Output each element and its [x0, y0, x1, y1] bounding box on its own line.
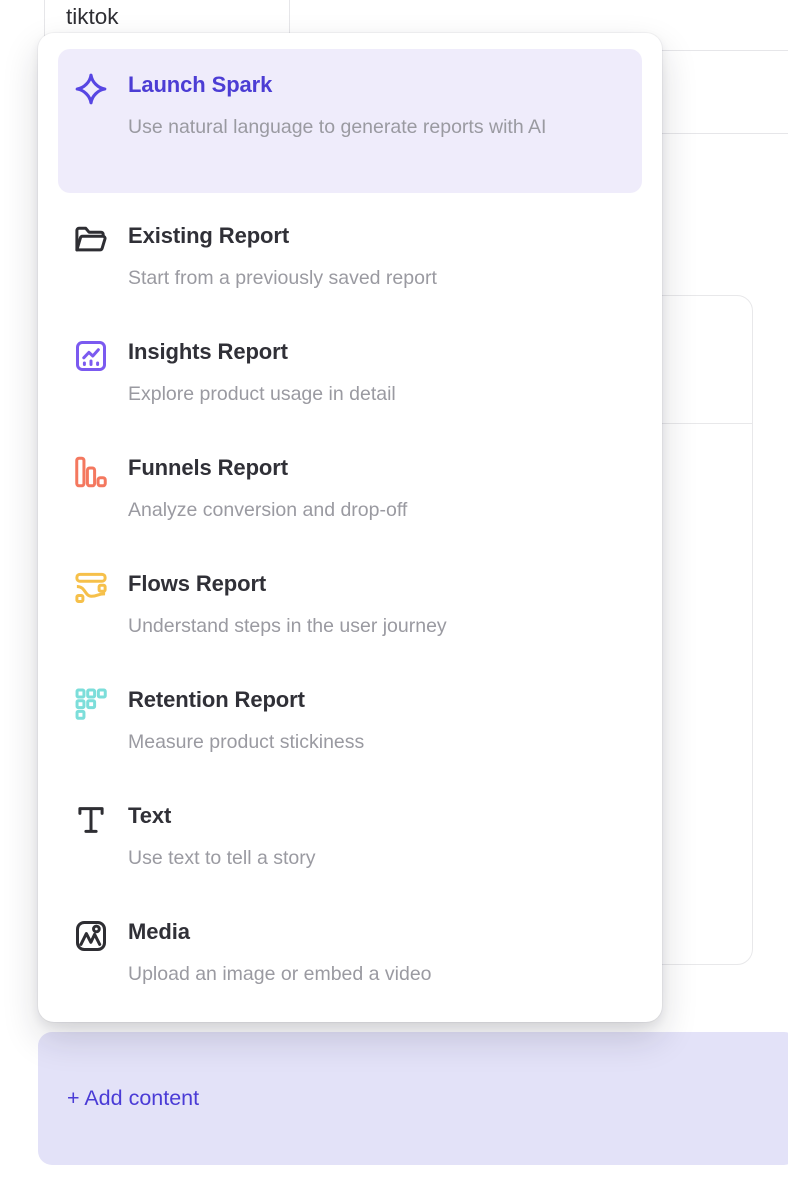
spark-icon — [73, 71, 109, 107]
menu-item-label: Launch Spark — [128, 70, 546, 99]
menu-item-label: Text — [128, 801, 316, 830]
background-card-border-right — [289, 0, 290, 36]
menu-item-label: Funnels Report — [128, 453, 407, 482]
menu-item-label: Existing Report — [128, 221, 437, 250]
background-card-title: tiktok — [66, 4, 119, 30]
menu-item-description: Explore product usage in detail — [128, 379, 396, 409]
menu-item-funnels-report[interactable]: Funnels Report Analyze conversion and dr… — [73, 453, 642, 525]
menu-item-description: Use text to tell a story — [128, 843, 316, 873]
media-image-icon — [73, 918, 109, 954]
menu-item-insights-report[interactable]: Insights Report Explore product usage in… — [73, 337, 642, 409]
funnel-bars-icon — [73, 454, 109, 490]
menu-item-description: Measure product stickiness — [128, 727, 364, 757]
flows-icon — [73, 570, 109, 606]
menu-item-description: Upload an image or embed a video — [128, 959, 432, 989]
menu-item-label: Insights Report — [128, 337, 396, 366]
menu-item-description: Use natural language to generate reports… — [128, 112, 546, 142]
menu-item-description: Understand steps in the user journey — [128, 611, 447, 641]
menu-item-retention-report[interactable]: Retention Report Measure product stickin… — [73, 685, 642, 757]
folder-icon — [73, 222, 109, 258]
add-content-button[interactable]: + Add content — [38, 1032, 788, 1165]
insights-chart-icon — [73, 338, 109, 374]
menu-item-label: Retention Report — [128, 685, 364, 714]
text-icon — [73, 802, 109, 838]
add-content-label: + Add content — [67, 1086, 199, 1111]
menu-item-flows-report[interactable]: Flows Report Understand steps in the use… — [73, 569, 642, 641]
menu-item-launch-spark[interactable]: Launch Spark Use natural language to gen… — [58, 49, 642, 193]
menu-item-label: Flows Report — [128, 569, 447, 598]
background-card-border-left — [44, 0, 45, 36]
menu-item-media[interactable]: Media Upload an image or embed a video — [73, 917, 642, 989]
menu-item-label: Media — [128, 917, 432, 946]
menu-item-description: Start from a previously saved report — [128, 263, 437, 293]
menu-item-existing-report[interactable]: Existing Report Start from a previously … — [73, 221, 642, 293]
retention-grid-icon — [73, 686, 109, 722]
add-content-popover: Launch Spark Use natural language to gen… — [38, 33, 662, 1022]
menu-item-text[interactable]: Text Use text to tell a story — [73, 801, 642, 873]
menu-item-description: Analyze conversion and drop-off — [128, 495, 407, 525]
